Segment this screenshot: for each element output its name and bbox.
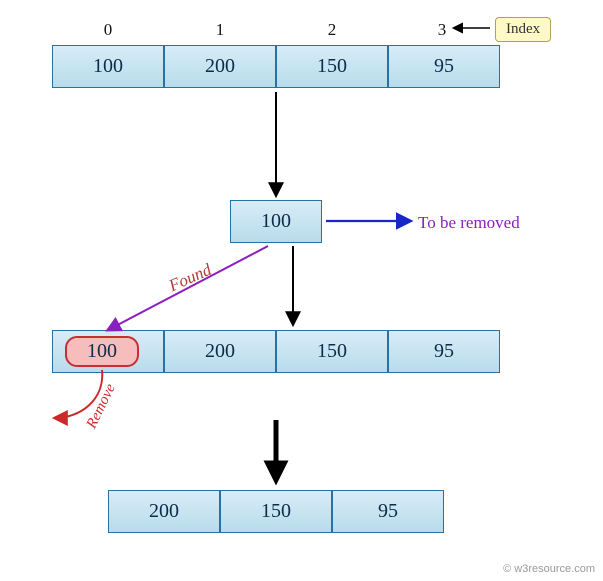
diagram-canvas: 0 1 2 3 Index 100 200 150 95 100 To be r… <box>0 0 603 581</box>
arrow-remove <box>55 370 102 418</box>
arrow-found <box>108 246 268 330</box>
copyright: © w3resource.com <box>503 563 595 575</box>
arrows-layer <box>0 0 603 581</box>
